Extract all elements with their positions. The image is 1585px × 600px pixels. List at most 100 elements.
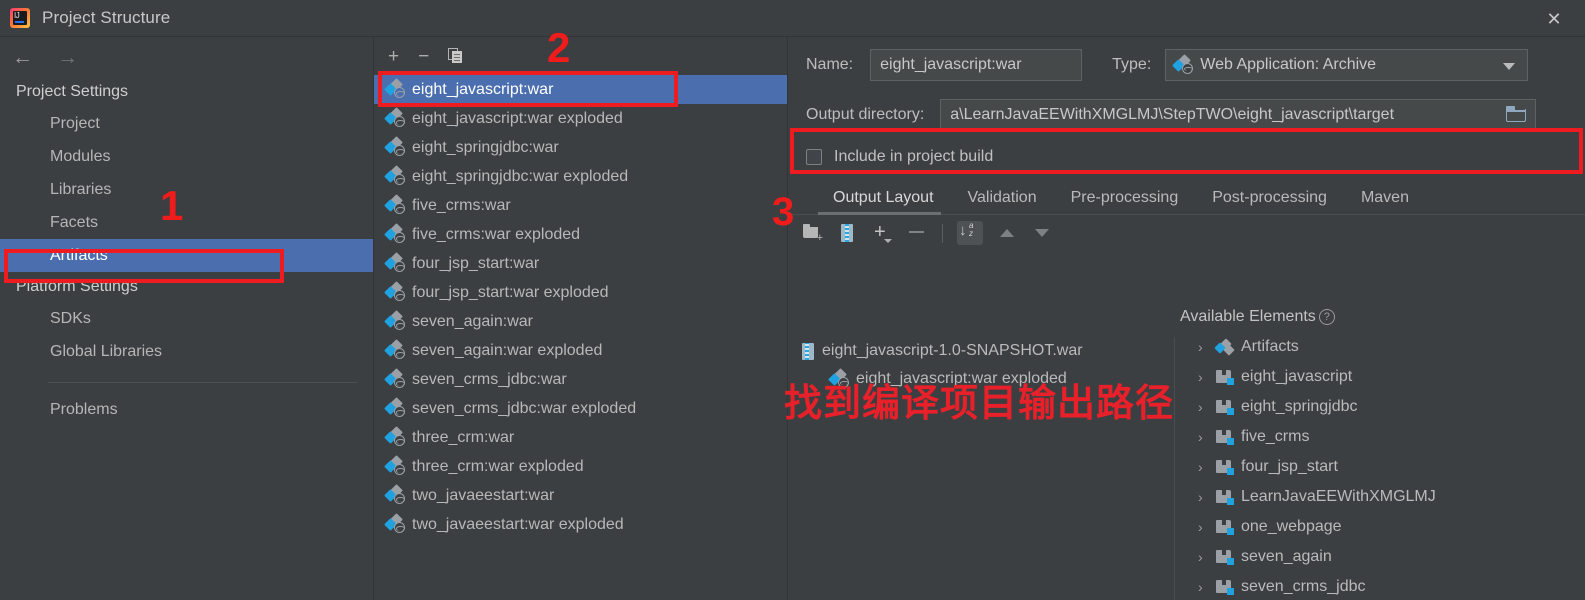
tab-validation[interactable]: Validation — [951, 190, 1054, 214]
sidebar-item-artifacts[interactable]: Artifacts — [0, 239, 373, 272]
output-directory-row: Output directory: a\LearnJavaEEWithXMGLM… — [788, 93, 1585, 137]
chevron-right-icon[interactable]: › — [1198, 519, 1216, 535]
add-artifact-button[interactable]: + — [388, 47, 399, 66]
artifact-list-item[interactable]: four_jsp_start:war — [374, 249, 787, 278]
sidebar-item-global-libraries[interactable]: Global Libraries — [0, 335, 373, 368]
remove-artifact-button[interactable]: − — [418, 47, 429, 66]
artifact-list-item[interactable]: eight_springjdbc:war — [374, 133, 787, 162]
help-icon[interactable]: ? — [1318, 309, 1335, 325]
output-layout-toolbar: + + ↓ a z — [788, 215, 1175, 251]
available-element-item[interactable]: › seven_again — [1176, 542, 1585, 572]
artifact-label: three_crm:war — [412, 428, 515, 446]
chevron-right-icon[interactable]: › — [1198, 579, 1216, 595]
artifact-label: eight_javascript:war exploded — [412, 109, 623, 127]
output-layout-tree-item[interactable]: eight_javascript-1.0-SNAPSHOT.war — [788, 337, 1174, 365]
available-element-item[interactable]: › five_crms — [1176, 422, 1585, 452]
artifact-list-item[interactable]: three_crm:war — [374, 423, 787, 452]
chevron-right-icon[interactable]: › — [1198, 399, 1216, 415]
add-icon[interactable]: + — [872, 222, 893, 243]
artifact-list-item[interactable]: eight_javascript:war exploded — [374, 104, 787, 133]
include-in-build-checkbox[interactable] — [806, 149, 822, 165]
available-element-label: one_webpage — [1241, 518, 1342, 535]
window-title: Project Structure — [42, 8, 171, 27]
sidebar-item-project[interactable]: Project — [0, 107, 373, 140]
available-element-item[interactable]: › LearnJavaEEWithXMGLMJ — [1176, 482, 1585, 512]
artifact-list-item[interactable]: eight_javascript:war — [374, 75, 787, 104]
artifacts-toolbar: + − — [374, 37, 787, 75]
sidebar-item-facets[interactable]: Facets — [0, 206, 373, 239]
available-element-item[interactable]: › four_jsp_start — [1176, 452, 1585, 482]
available-element-item[interactable]: › one_webpage — [1176, 512, 1585, 542]
move-up-icon[interactable] — [997, 223, 1018, 243]
output-layout-tree-label: eight_javascript:war exploded — [856, 370, 1067, 387]
sidebar-group-project-settings: Project Settings — [16, 83, 129, 100]
artifact-list-item[interactable]: eight_springjdbc:war exploded — [374, 162, 787, 191]
chevron-right-icon[interactable]: › — [1198, 489, 1216, 505]
artifacts-list-panel: + − eight_javascript:war eight_javascript… — [373, 36, 788, 600]
artifact-icon — [384, 426, 405, 446]
chevron-right-icon[interactable]: › — [1198, 369, 1216, 385]
artifact-list-item[interactable]: seven_crms_jdbc:war exploded — [374, 394, 787, 423]
available-element-label: five_crms — [1241, 428, 1310, 445]
artifact-list-item[interactable]: five_crms:war — [374, 191, 787, 220]
artifact-label: seven_again:war exploded — [412, 341, 603, 359]
available-elements-list[interactable]: › Artifacts › eight_javascript › eight_spring… — [1176, 332, 1585, 600]
chevron-right-icon[interactable]: › — [1198, 429, 1216, 445]
artifact-list-item[interactable]: two_javaeestart:war exploded — [374, 510, 787, 539]
artifact-label: two_javaeestart:war — [412, 486, 555, 504]
artifact-list-item[interactable]: four_jsp_start:war exploded — [374, 278, 787, 307]
artifact-list-item[interactable]: five_crms:war exploded — [374, 220, 787, 249]
tab-pre-processing[interactable]: Pre-processing — [1054, 190, 1196, 214]
artifact-label: five_crms:war exploded — [412, 225, 581, 243]
available-element-item[interactable]: › Artifacts — [1176, 332, 1585, 362]
sidebar-item-libraries[interactable]: Libraries — [0, 173, 373, 206]
artifact-list[interactable]: eight_javascript:war eight_javascript:war… — [374, 75, 787, 600]
output-layout-tree[interactable]: eight_javascript-1.0-SNAPSHOT.war eight_j… — [788, 337, 1175, 600]
available-element-item[interactable]: › seven_crms_jdbc — [1176, 572, 1585, 600]
type-value: Web Application: Archive — [1200, 56, 1377, 73]
include-in-build-row[interactable]: Include in project build — [788, 137, 1585, 177]
name-row: Name: eight_javascript:war Type: Web App… — [788, 37, 1585, 93]
artifact-icon — [384, 281, 405, 301]
remove-icon[interactable] — [907, 223, 928, 243]
back-arrow-icon[interactable]: ← — [12, 47, 33, 68]
available-element-item[interactable]: › eight_javascript — [1176, 362, 1585, 392]
sidebar-item-label: Global Libraries — [50, 342, 163, 360]
move-down-icon[interactable] — [1032, 223, 1053, 243]
add-archive-icon[interactable] — [837, 223, 858, 243]
artifact-icon — [384, 136, 405, 156]
artifact-list-item[interactable]: seven_again:war exploded — [374, 336, 787, 365]
name-label: Name: — [806, 56, 854, 73]
artifact-label: seven_again:war — [412, 312, 533, 330]
tab-maven[interactable]: Maven — [1344, 190, 1426, 214]
sidebar-item-sdks[interactable]: SDKs — [0, 302, 373, 335]
chevron-right-icon[interactable]: › — [1198, 549, 1216, 565]
artifact-list-item[interactable]: two_javaeestart:war — [374, 481, 787, 510]
close-icon[interactable]: ✕ — [1541, 8, 1567, 30]
artifact-list-item[interactable]: seven_crms_jdbc:war — [374, 365, 787, 394]
module-icon — [1216, 579, 1234, 595]
sidebar-item-problems[interactable]: Problems — [0, 393, 373, 426]
chevron-right-icon[interactable]: › — [1198, 339, 1216, 355]
available-element-item[interactable]: › eight_springjdbc — [1176, 392, 1585, 422]
artifact-icon — [384, 310, 405, 330]
name-input[interactable]: eight_javascript:war — [870, 49, 1083, 81]
sort-alphabetical-icon[interactable]: ↓ a z — [957, 221, 983, 245]
artifact-list-item[interactable]: seven_again:war — [374, 307, 787, 336]
output-directory-input[interactable]: a\LearnJavaEEWithXMGLMJ\StepTWO\eight_ja… — [940, 99, 1537, 131]
copy-artifact-button[interactable] — [448, 48, 464, 64]
sidebar-item-modules[interactable]: Modules — [0, 140, 373, 173]
module-icon — [1216, 519, 1234, 535]
browse-folder-icon[interactable] — [1506, 106, 1528, 124]
artifact-type-icon — [1172, 53, 1194, 74]
output-layout-tree-item[interactable]: eight_javascript:war exploded — [788, 365, 1174, 393]
type-select[interactable]: Web Application: Archive — [1165, 49, 1529, 81]
tab-post-processing[interactable]: Post-processing — [1195, 190, 1344, 214]
tab-output-layout[interactable]: Output Layout — [816, 190, 951, 215]
artifact-label: seven_crms_jdbc:war — [412, 370, 567, 388]
forward-arrow-icon[interactable]: → — [57, 47, 78, 68]
chevron-right-icon[interactable]: › — [1198, 459, 1216, 475]
output-layout-tree-label: eight_javascript-1.0-SNAPSHOT.war — [822, 342, 1083, 359]
artifact-list-item[interactable]: three_crm:war exploded — [374, 452, 787, 481]
add-folder-icon[interactable]: + — [802, 223, 823, 244]
